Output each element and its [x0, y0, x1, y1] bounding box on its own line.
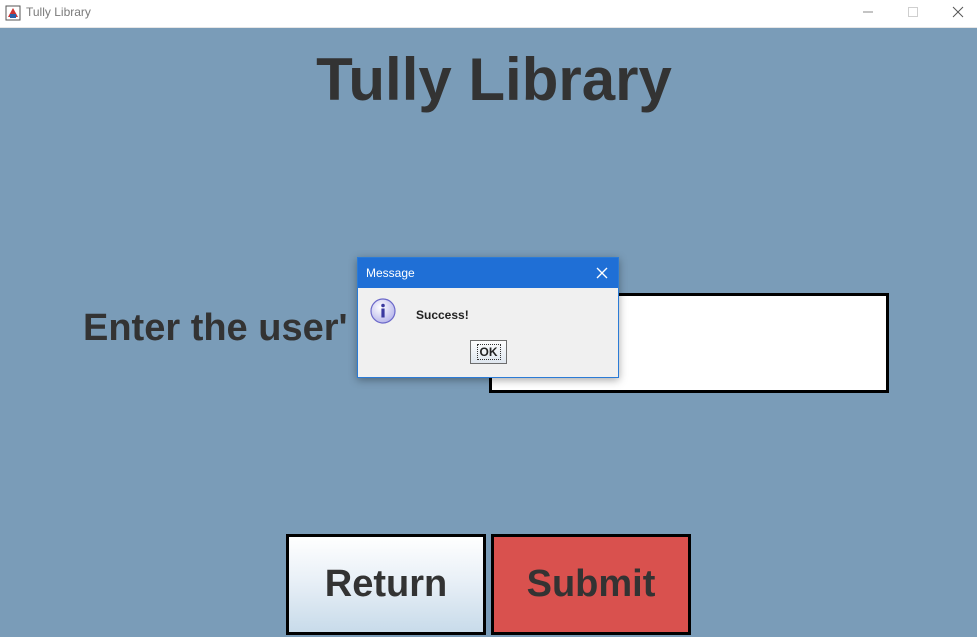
dialog-close-icon[interactable]: [594, 265, 610, 281]
info-icon: [369, 297, 397, 325]
window-title: Tully Library: [26, 5, 91, 19]
app-window: Tully Library Tully Library Enter the us…: [0, 0, 977, 637]
maximize-icon: [907, 5, 919, 23]
window-titlebar[interactable]: Tully Library: [0, 0, 977, 28]
java-app-icon: [5, 5, 21, 21]
dialog-message: Success!: [416, 308, 469, 322]
page-title: Tully Library: [316, 46, 672, 113]
minimize-button[interactable]: [845, 0, 890, 27]
ok-button-label: OK: [476, 344, 501, 360]
user-prompt-label: Enter the user': [83, 307, 348, 349]
maximize-button[interactable]: [890, 0, 935, 27]
message-dialog: Message Success! OK: [357, 257, 619, 378]
ok-button[interactable]: OK: [470, 340, 507, 364]
return-button-label: Return: [324, 563, 448, 605]
submit-button[interactable]: Submit: [491, 534, 691, 635]
dialog-title: Message: [366, 266, 415, 280]
dialog-titlebar[interactable]: Message: [358, 258, 618, 288]
minimize-icon: [862, 5, 874, 23]
submit-button-label: Submit: [526, 563, 656, 605]
close-icon: [952, 5, 964, 23]
return-button[interactable]: Return: [286, 534, 486, 635]
close-button[interactable]: [935, 0, 977, 27]
